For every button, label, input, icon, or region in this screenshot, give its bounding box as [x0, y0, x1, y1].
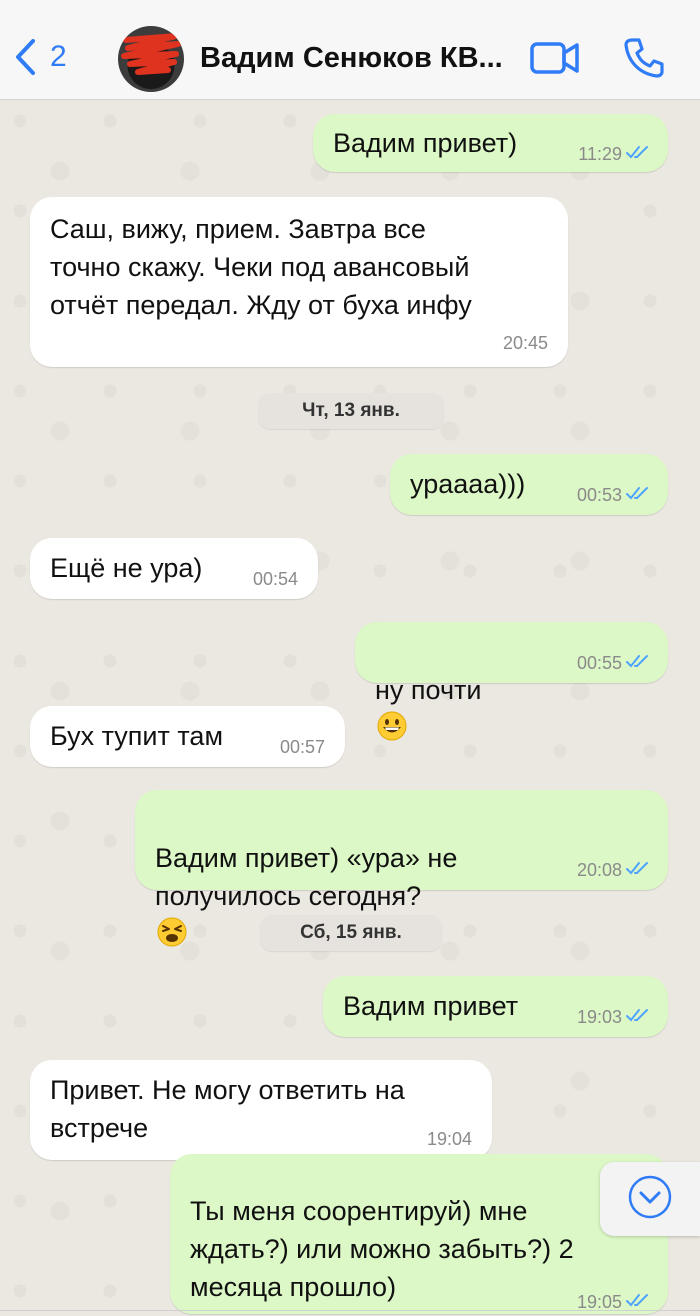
avatar[interactable] — [118, 26, 184, 92]
message-bubble-outgoing[interactable]: Вадим привет 19:03 — [323, 976, 668, 1037]
message-time: 00:57 — [279, 737, 325, 757]
message-time: 00:53 — [576, 485, 622, 505]
chevron-left-icon — [14, 38, 36, 76]
message-list[interactable]: Вадим привет) 11:29 Саш, вижу, прием. За… — [0, 101, 700, 1316]
back-button[interactable]: 2 — [14, 38, 67, 76]
double-check-icon — [626, 653, 652, 673]
message-time: 11:29 — [578, 144, 622, 164]
message-text: ну почти — [375, 675, 482, 705]
message-time: 19:03 — [576, 1007, 622, 1027]
divider — [0, 1310, 700, 1311]
message-bubble-incoming[interactable]: Саш, вижу, прием. Завтра все точно скажу… — [30, 197, 568, 367]
message-bubble-incoming[interactable]: Бух тупит там 00:57 — [30, 706, 345, 767]
message-bubble-incoming[interactable]: Ещё не ура) 00:54 — [30, 538, 318, 599]
date-separator: Сб, 15 янв. — [260, 915, 442, 951]
message-bubble-outgoing[interactable]: ну почти 00:55 — [355, 622, 668, 741]
message-text: Привет. Не могу ответить на встрече — [50, 1075, 405, 1143]
grinning-face-emoji-icon — [377, 711, 407, 741]
phone-icon[interactable] — [622, 36, 666, 85]
message-time: 00:54 — [252, 569, 298, 589]
message-text: Вадим привет) «ура» не получилось сегодн… — [155, 843, 458, 911]
message-text: Вадим привет — [343, 991, 519, 1021]
chevron-down-circle-icon — [627, 1174, 673, 1225]
message-text: Ты меня соорентируй) мне ждать?) или мож… — [190, 1196, 574, 1302]
message-time: 00:55 — [576, 653, 622, 673]
date-separator: Чт, 13 янв. — [258, 393, 444, 429]
scroll-to-bottom-button[interactable] — [600, 1162, 700, 1236]
message-time: 19:04 — [426, 1129, 472, 1149]
contact-name[interactable]: Вадим Сенюков КВ... — [200, 42, 520, 75]
video-camera-icon[interactable] — [530, 40, 580, 81]
message-time: 20:45 — [502, 333, 548, 353]
message-bubble-outgoing[interactable]: Вадим привет) «ура» не получилось сегодн… — [135, 790, 668, 947]
message-text: Вадим привет) — [333, 128, 518, 158]
double-check-icon — [626, 485, 652, 505]
double-check-icon — [626, 144, 652, 164]
message-text: Бух тупит там — [50, 721, 224, 751]
message-time: 20:08 — [576, 860, 622, 880]
message-bubble-incoming[interactable]: Привет. Не могу ответить на встрече 19:0… — [30, 1060, 492, 1160]
message-bubble-outgoing[interactable]: Вадим привет) 11:29 — [313, 114, 668, 172]
tired-face-emoji-icon — [157, 917, 187, 947]
message-time: 19:05 — [576, 1292, 622, 1312]
message-text: урaaaa))) — [410, 469, 526, 499]
double-check-icon — [626, 1292, 652, 1312]
message-bubble-outgoing[interactable]: урaaaa))) 00:53 — [390, 454, 668, 515]
double-check-icon — [626, 1007, 652, 1027]
unread-count: 2 — [50, 40, 67, 73]
chat-header: 2 Вадим Сенюков КВ... — [0, 0, 700, 100]
message-bubble-outgoing[interactable]: Ты меня соорентируй) мне ждать?) или мож… — [170, 1154, 668, 1314]
double-check-icon — [626, 860, 652, 880]
message-text: Саш, вижу, прием. Завтра все точно скажу… — [50, 214, 472, 320]
message-text: Ещё не ура) — [50, 553, 203, 583]
